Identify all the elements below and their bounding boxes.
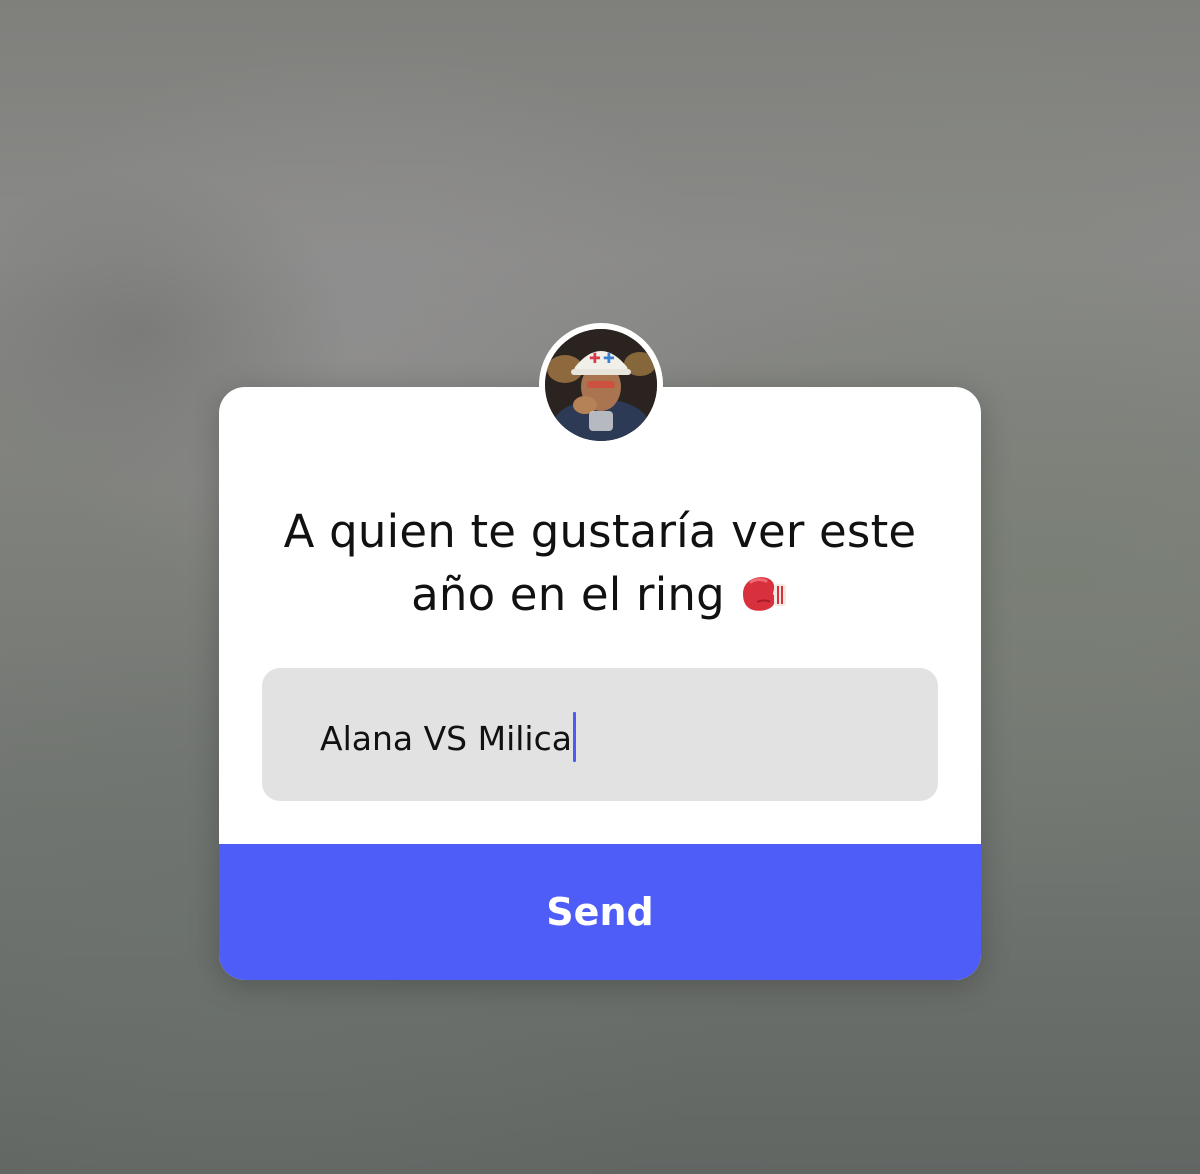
answer-input[interactable]: Alana VS Milica (262, 668, 938, 801)
sticker-card: A quien te gustaría ver este año en el r… (219, 387, 981, 980)
answer-field[interactable]: Alana VS Milica (320, 712, 576, 762)
question-sticker: ✚ ✚ A quien te gustaría ver este año en … (219, 323, 981, 980)
avatar: ✚ ✚ (539, 323, 663, 447)
question-line-2: año en el ring (219, 563, 981, 626)
text-caret (572, 712, 576, 762)
profile-avatar-image: ✚ ✚ (545, 329, 657, 441)
boxing-glove-icon (737, 569, 789, 613)
send-button[interactable]: Send (219, 844, 981, 980)
question-line-2-text: año en el ring (411, 568, 725, 621)
svg-text:✚: ✚ (589, 351, 601, 367)
question-text: A quien te gustaría ver este año en el r… (219, 500, 981, 626)
profile-photo-icon: ✚ ✚ (545, 329, 657, 441)
answer-value: Alana VS Milica (320, 719, 572, 758)
svg-text:✚: ✚ (603, 351, 615, 367)
question-line-1: A quien te gustaría ver este (283, 505, 917, 558)
